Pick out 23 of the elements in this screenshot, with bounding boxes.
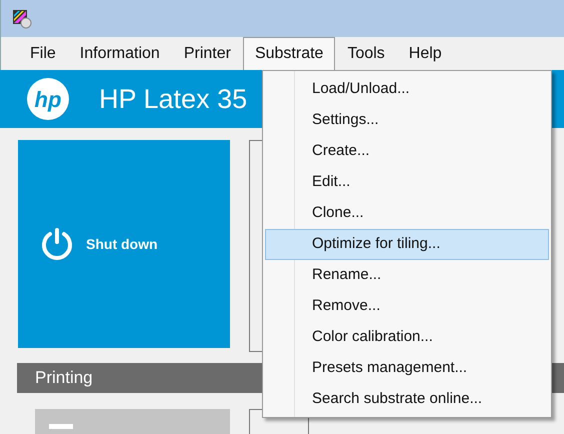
menu-item[interactable]: File [18,37,68,70]
menu-option[interactable]: Load/Unload... [265,74,549,105]
menu-option[interactable]: Edit... [265,167,549,198]
section-title: Printing [35,367,93,390]
menu-item[interactable]: Substrate [242,37,336,70]
menu-option[interactable]: Create... [265,136,549,167]
menu-item[interactable]: Help [396,37,454,70]
menu-option[interactable]: Optimize for tiling... [265,229,549,260]
menu-option[interactable]: Search substrate online... [265,384,549,415]
menu-item[interactable]: Printer [172,37,243,70]
list-icon [49,421,73,429]
menu-option[interactable]: Clone... [265,198,549,229]
menu-option[interactable]: Presets management... [265,353,549,384]
power-icon [40,227,74,261]
menu-option[interactable]: Settings... [265,105,549,136]
hp-logo: hp [27,78,69,120]
menu-item[interactable]: Information [68,37,172,70]
menu-option[interactable]: Rename... [265,260,549,291]
menu-item[interactable]: Tools [335,37,397,70]
menu-option[interactable]: Color calibration... [265,322,549,353]
app-icon [12,8,34,28]
app-title: HP Latex 35 [99,82,248,116]
menu-option[interactable]: Remove... [265,291,549,322]
